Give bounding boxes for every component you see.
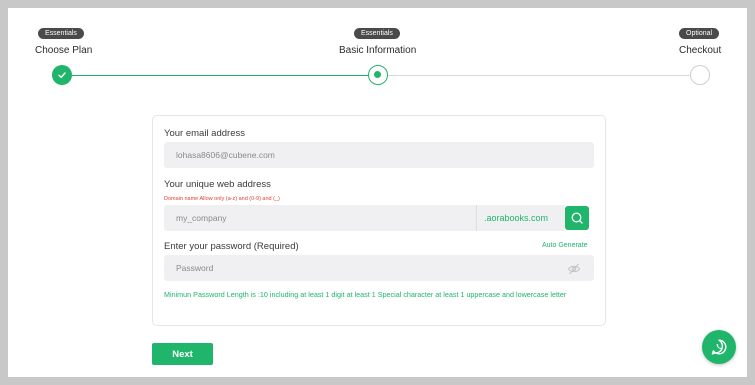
check-availability-button[interactable] [565,206,589,230]
step-3-title: Checkout [679,45,722,56]
step-2-indicator[interactable] [368,65,388,85]
domain-suffix: .aorabooks.com [476,205,564,231]
eye-off-icon[interactable] [567,262,581,280]
step-1-title: Choose Plan [35,45,93,56]
signup-form-card: Your email address lohasa8606@cubene.com… [152,115,606,326]
step-2-title: Basic Information [339,45,417,56]
step-3-badge: Optional [679,28,720,39]
step-3-indicator[interactable] [690,65,710,85]
email-field[interactable]: lohasa8606@cubene.com [164,142,594,168]
step-1-badge: Essentials [38,28,84,39]
password-label: Enter your password (Required) [164,241,299,252]
step-2-badge: Essentials [354,28,400,39]
next-button[interactable]: Next [152,343,213,365]
auto-generate-link[interactable]: Auto Generate [542,242,588,249]
email-label: Your email address [164,128,245,139]
password-requirements-hint: Minimun Password Length is :10 including… [164,290,567,299]
subdomain-input[interactable]: my_company [164,205,476,231]
page: Essentials Choose Plan Essentials Basic … [8,8,747,377]
search-icon [571,212,583,224]
step-1-indicator[interactable] [52,65,72,85]
password-input[interactable]: Password [164,255,594,281]
check-icon [58,72,66,78]
stepper-line-pending [388,75,690,76]
whatsapp-chat-button[interactable] [702,330,736,364]
web-address-label: Your unique web address [164,179,271,190]
whatsapp-icon [711,339,727,355]
domain-rule-hint: Domain name Allow only (a-z) and (0-9) a… [164,196,280,202]
stepper-line-complete [72,75,378,76]
